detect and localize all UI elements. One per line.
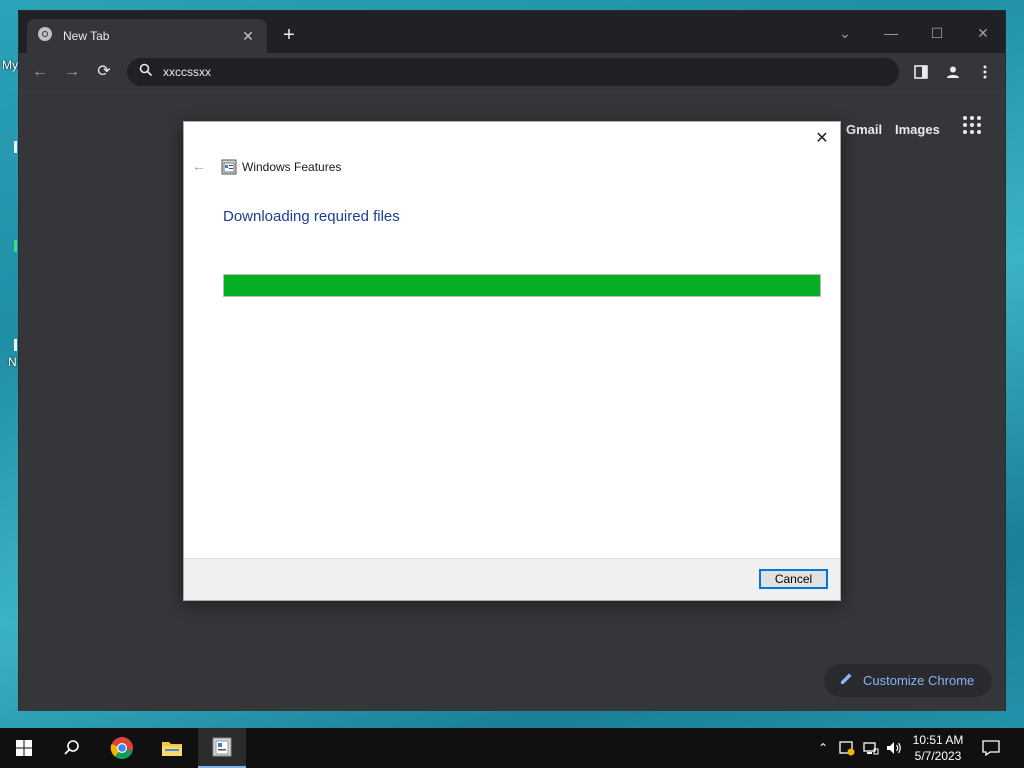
gmail-link[interactable]: Gmail xyxy=(846,122,882,137)
folder-icon xyxy=(162,742,182,756)
show-hidden-icons-chevron-icon[interactable]: ⌃ xyxy=(814,739,832,757)
desktop-icon-fragment xyxy=(14,240,17,252)
browser-toolbar: ← → ⟳ xxccssxx xyxy=(19,53,1005,91)
taskbar-windows-features[interactable] xyxy=(198,728,246,768)
taskbar-file-explorer[interactable] xyxy=(148,728,196,768)
tab-close-icon[interactable]: ✕ xyxy=(239,28,257,45)
windows-features-icon xyxy=(221,159,237,175)
chrome-icon xyxy=(110,737,133,759)
windows-features-icon xyxy=(212,737,232,757)
start-button[interactable] xyxy=(0,728,48,768)
close-window-button[interactable]: ✕ xyxy=(969,19,997,47)
back-button[interactable]: ← xyxy=(27,59,53,85)
google-apps-icon[interactable] xyxy=(963,116,981,134)
download-progress-bar xyxy=(223,274,821,297)
dialog-back-arrow-icon: ← xyxy=(192,158,206,174)
tab-search-icon[interactable]: ⌄ xyxy=(831,19,859,47)
volume-icon[interactable] xyxy=(885,739,903,757)
dialog-footer: Cancel xyxy=(184,558,840,600)
address-bar[interactable]: xxccssxx xyxy=(127,58,899,86)
reload-button[interactable]: ⟳ xyxy=(91,59,117,85)
clock-time: 10:51 AM xyxy=(912,733,964,747)
maximize-button[interactable]: ☐ xyxy=(923,19,951,47)
clock-date: 5/7/2023 xyxy=(914,749,962,763)
dialog-heading: Downloading required files xyxy=(223,208,400,225)
tab-new-tab[interactable]: New Tab ✕ xyxy=(27,19,267,53)
chrome-titlebar: New Tab ✕ + ⌄ — ☐ ✕ xyxy=(19,11,1005,53)
desktop-icon-fragment xyxy=(14,141,17,153)
desktop-icon-fragment xyxy=(14,339,17,351)
windows-logo-icon xyxy=(16,740,32,756)
taskbar: ⌃ 10:51 AM 5/7/2023 xyxy=(0,728,1024,768)
tab-title: New Tab xyxy=(63,29,110,43)
new-tab-button[interactable]: + xyxy=(277,24,301,48)
download-progress-fill xyxy=(224,275,820,296)
address-text: xxccssxx xyxy=(163,65,211,79)
taskbar-chrome[interactable] xyxy=(98,728,146,768)
desktop-icon-label-my: My xyxy=(2,58,18,72)
minimize-button[interactable]: — xyxy=(877,19,905,47)
images-link[interactable]: Images xyxy=(895,122,940,137)
customize-chrome-button[interactable]: Customize Chrome xyxy=(824,664,992,697)
security-warning-icon[interactable] xyxy=(838,739,856,757)
customize-chrome-label: Customize Chrome xyxy=(863,673,975,688)
search-icon xyxy=(139,63,153,82)
notification-center-icon[interactable] xyxy=(982,739,1000,757)
search-icon xyxy=(64,740,79,755)
network-icon[interactable] xyxy=(862,739,880,757)
chrome-favicon-icon xyxy=(37,26,53,47)
taskbar-clock[interactable]: 10:51 AM 5/7/2023 xyxy=(906,732,970,764)
profile-icon[interactable] xyxy=(941,60,965,84)
taskbar-search-button[interactable] xyxy=(48,728,96,768)
cancel-button[interactable]: Cancel xyxy=(759,569,828,589)
dialog-close-button[interactable]: ✕ xyxy=(810,127,834,151)
pencil-icon xyxy=(840,672,853,690)
windows-features-dialog: ✕ ← Windows Features Downloading require… xyxy=(183,121,841,601)
desktop-icon-label-n: N xyxy=(8,355,17,369)
chrome-menu-icon[interactable] xyxy=(973,60,997,84)
forward-button[interactable]: → xyxy=(59,59,85,85)
side-panel-icon[interactable] xyxy=(909,60,933,84)
dialog-title: Windows Features xyxy=(242,160,342,174)
